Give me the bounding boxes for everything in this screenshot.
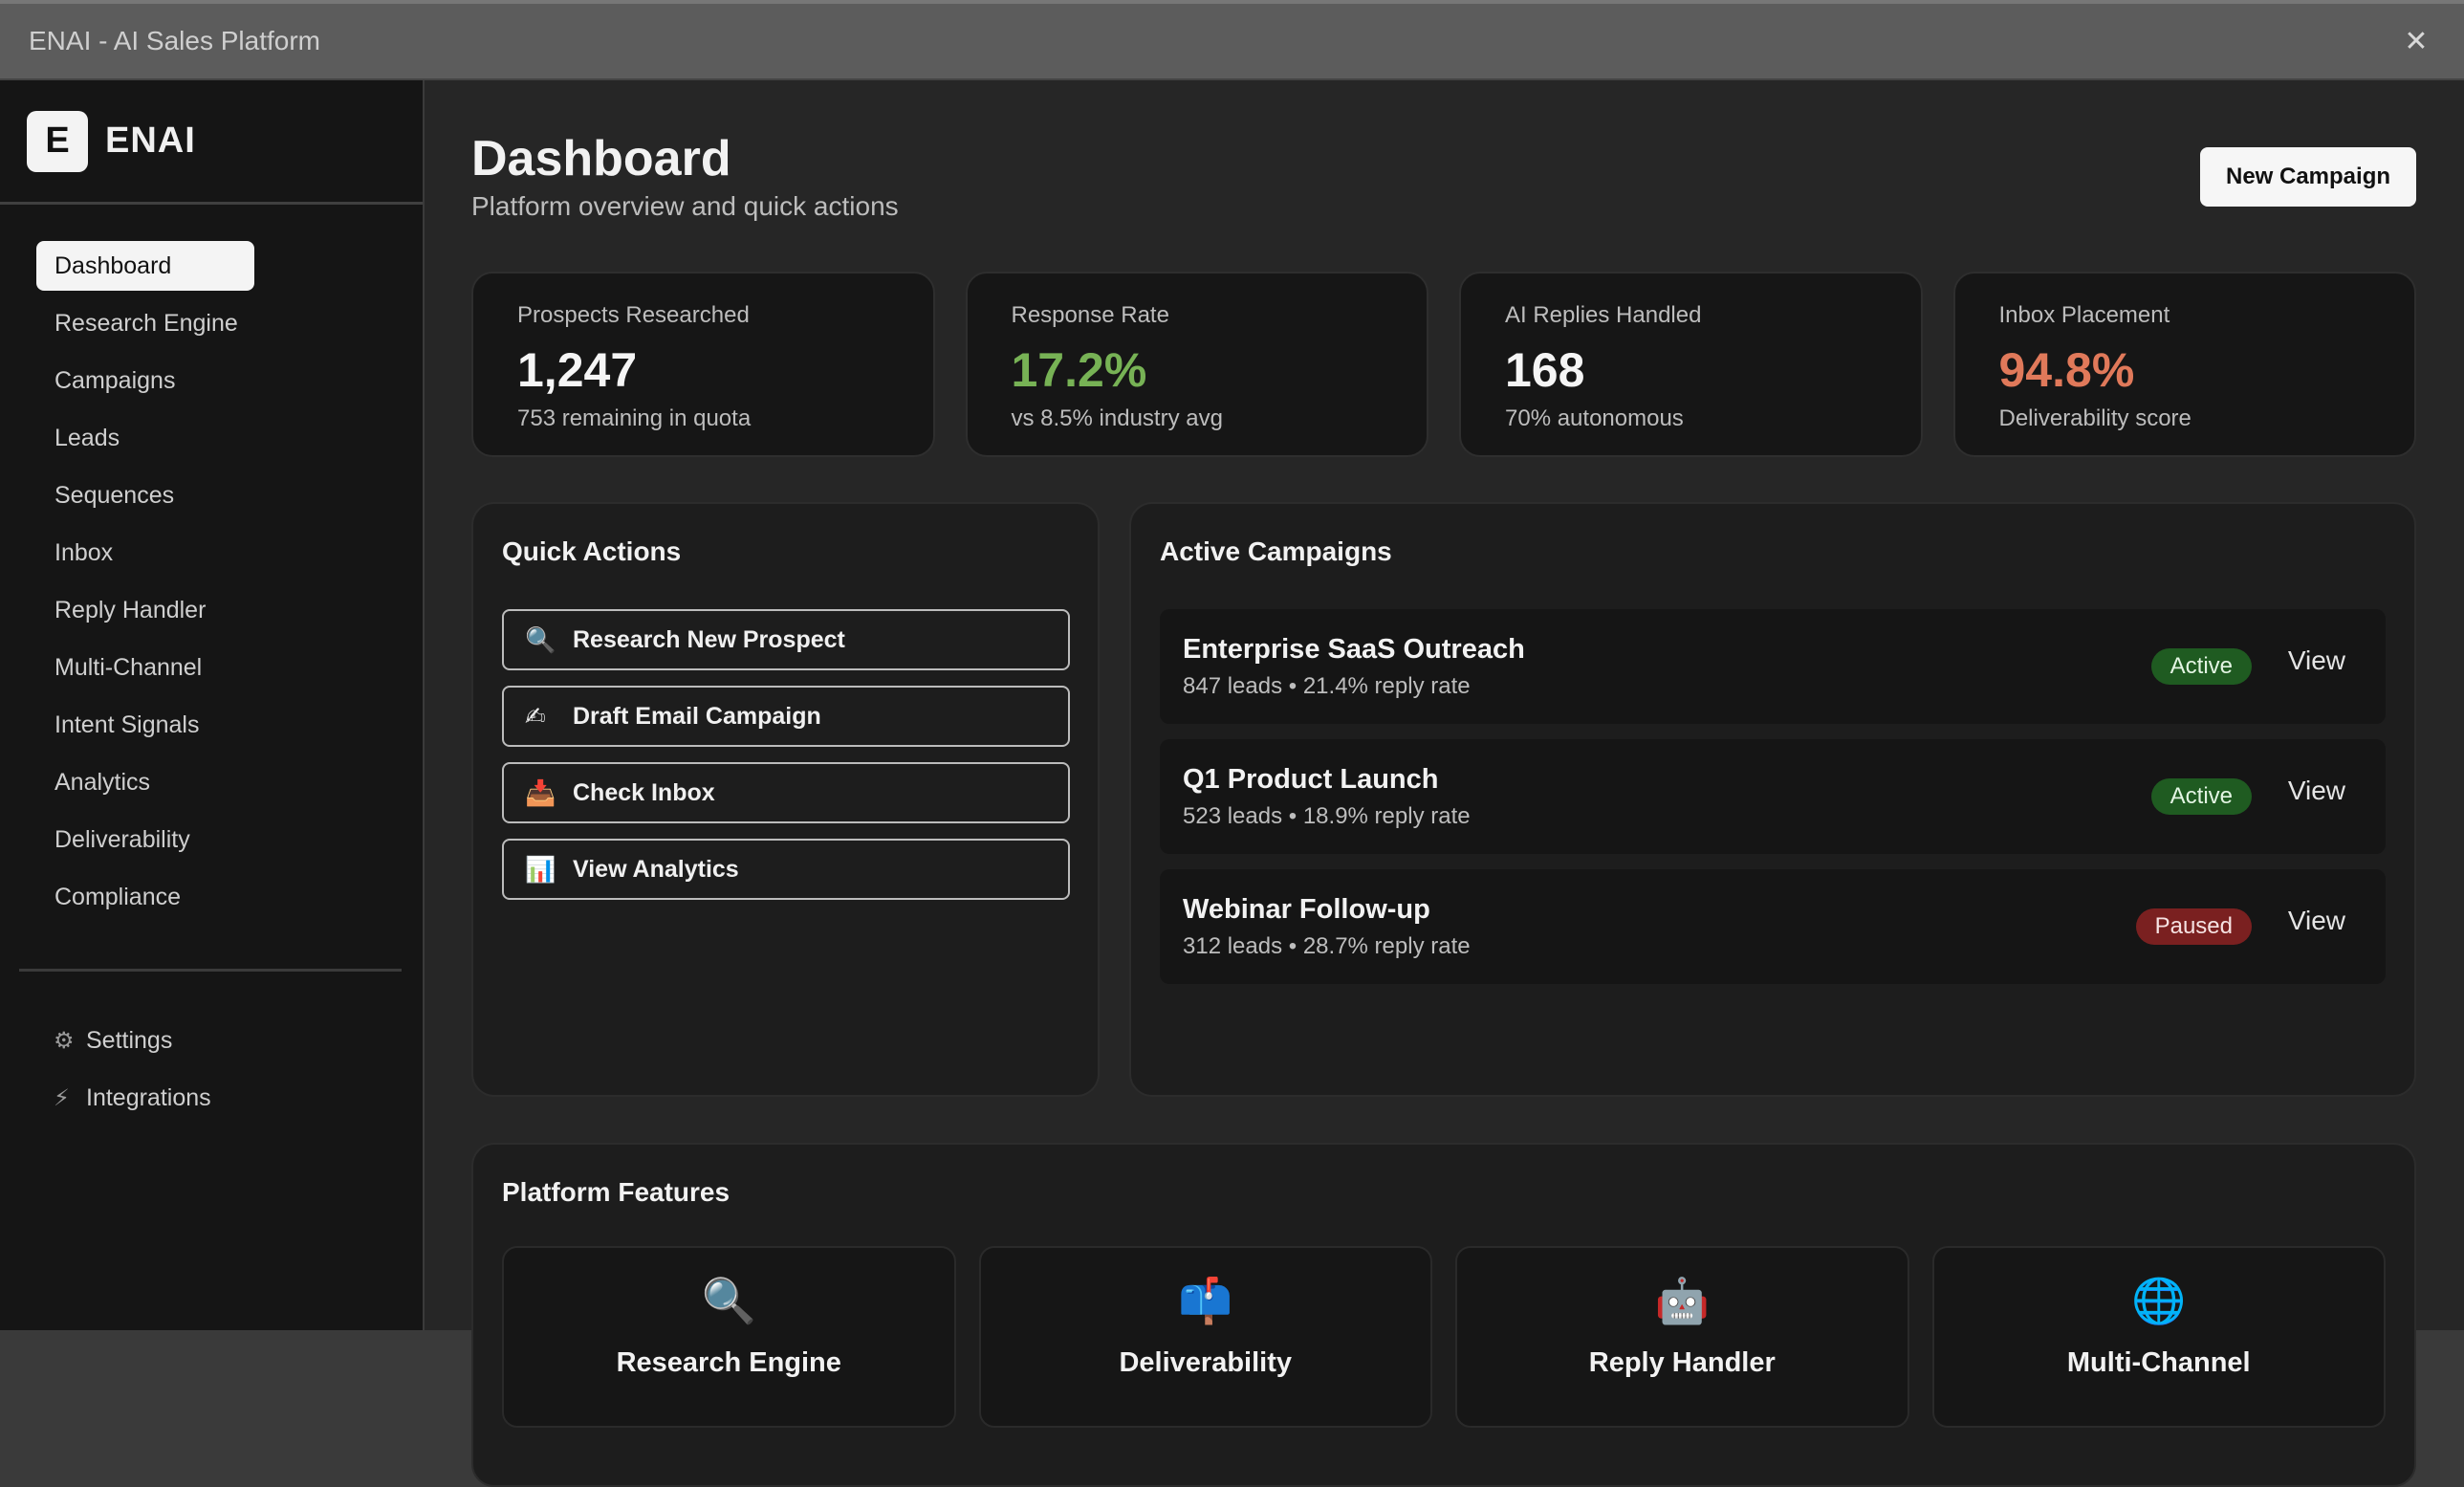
sidebar-item-reply-handler[interactable]: Reply Handler <box>36 585 254 635</box>
sidebar-item-leads[interactable]: Leads <box>36 413 254 463</box>
campaign-row: Webinar Follow-up 312 leads • 28.7% repl… <box>1160 869 2386 984</box>
check-inbox-button[interactable]: 📥 Check Inbox <box>502 762 1070 823</box>
brand-name: ENAI <box>105 120 196 161</box>
quick-actions-panel: Quick Actions 🔍 Research New Prospect ✍ … <box>471 502 1100 1097</box>
feature-card-multi-channel[interactable]: 🌐 Multi-Channel <box>1931 1246 2386 1428</box>
stat-value: 1,247 <box>517 343 638 397</box>
quick-action-label: Research New Prospect <box>573 625 845 653</box>
research-new-prospect-button[interactable]: 🔍 Research New Prospect <box>502 609 1070 670</box>
status-badge: Active <box>2150 648 2252 685</box>
view-analytics-button[interactable]: 📊 View Analytics <box>502 839 1070 900</box>
view-campaign-link[interactable]: View <box>2288 645 2345 676</box>
sidebar: E ENAI Dashboard Research Engine Campaig… <box>0 80 425 1330</box>
sidebar-item-compliance[interactable]: Compliance <box>36 872 254 922</box>
feature-name: Multi-Channel <box>2066 1347 2251 1378</box>
stat-note: Deliverability score <box>1998 405 2191 431</box>
sidebar-bottom-nav: ⚙ Settings ⚡ Integrations <box>0 1016 423 1130</box>
sidebar-item-analytics[interactable]: Analytics <box>36 757 254 807</box>
feature-name: Deliverability <box>1119 1347 1293 1378</box>
active-campaigns-panel: Active Campaigns Enterprise SaaS Outreac… <box>1129 502 2416 1097</box>
stat-card-response-rate: Response Rate 17.2% vs 8.5% industry avg <box>965 272 1428 457</box>
page-title: Dashboard <box>471 131 731 186</box>
feature-grid: 🔍 Research Engine 📫 Deliverability 🤖 Rep… <box>502 1246 2386 1428</box>
stats-row: Prospects Researched 1,247 753 remaining… <box>471 272 2416 457</box>
page-subtitle: Platform overview and quick actions <box>471 191 899 221</box>
sidebar-item-research-engine[interactable]: Research Engine <box>36 298 254 348</box>
mailbox-icon: 📫 <box>1178 1276 1233 1325</box>
view-campaign-link[interactable]: View <box>2288 776 2345 806</box>
sidebar-divider <box>19 969 402 972</box>
platform-features-panel: Platform Features 🔍 Research Engine 📫 De… <box>471 1143 2416 1487</box>
stat-label: AI Replies Handled <box>1505 302 1702 328</box>
sidebar-item-inbox[interactable]: Inbox <box>36 528 254 578</box>
sidebar-item-intent-signals[interactable]: Intent Signals <box>36 700 254 750</box>
close-icon[interactable]: ✕ <box>2397 25 2435 58</box>
feature-card-research-engine[interactable]: 🔍 Research Engine <box>502 1246 956 1428</box>
feature-name: Research Engine <box>616 1347 841 1378</box>
sidebar-item-settings[interactable]: ⚙ Settings <box>54 1016 423 1065</box>
feature-name: Reply Handler <box>1588 1347 1776 1378</box>
brand-logo: E <box>27 110 88 172</box>
stat-value: 94.8% <box>1998 343 2135 397</box>
bar-chart-icon: 📊 <box>525 854 556 884</box>
stat-note: 70% autonomous <box>1505 405 1684 431</box>
plug-icon: ⚡ <box>54 1084 70 1111</box>
stat-card-inbox-placement: Inbox Placement 94.8% Deliverability sco… <box>1952 272 2416 457</box>
campaign-row: Enterprise SaaS Outreach 847 leads • 21.… <box>1160 609 2386 724</box>
sidebar-item-label: Integrations <box>86 1083 211 1111</box>
stat-value: 17.2% <box>1011 343 1147 397</box>
sidebar-item-dashboard[interactable]: Dashboard <box>36 241 254 291</box>
globe-icon: 🌐 <box>2131 1276 2187 1325</box>
stat-card-ai-replies: AI Replies Handled 168 70% autonomous <box>1459 272 1923 457</box>
quick-action-label: Draft Email Campaign <box>573 702 821 730</box>
stat-value: 168 <box>1505 343 1585 397</box>
sidebar-item-deliverability[interactable]: Deliverability <box>36 815 254 864</box>
brand: E ENAI <box>0 80 423 205</box>
stat-label: Prospects Researched <box>517 302 750 328</box>
stat-note: 753 remaining in quota <box>517 405 752 431</box>
new-campaign-button[interactable]: New Campaign <box>2200 147 2416 207</box>
status-badge: Active <box>2150 778 2252 815</box>
window-titlebar: ENAI - AI Sales Platform ✕ <box>0 0 2464 80</box>
sidebar-item-integrations[interactable]: ⚡ Integrations <box>54 1073 423 1123</box>
campaign-row: Q1 Product Launch 523 leads • 18.9% repl… <box>1160 739 2386 854</box>
writing-hand-icon: ✍ <box>525 701 546 731</box>
status-badge: Paused <box>2135 908 2252 945</box>
draft-email-campaign-button[interactable]: ✍ Draft Email Campaign <box>502 686 1070 747</box>
stat-card-prospects: Prospects Researched 1,247 753 remaining… <box>471 272 935 457</box>
sidebar-item-label: Settings <box>86 1026 173 1054</box>
magnifier-icon: 🔍 <box>701 1276 756 1325</box>
sidebar-nav: Dashboard Research Engine Campaigns Lead… <box>0 205 423 922</box>
quick-action-label: View Analytics <box>573 855 739 883</box>
quick-action-label: Check Inbox <box>573 778 715 806</box>
sidebar-item-campaigns[interactable]: Campaigns <box>36 356 254 405</box>
sidebar-item-sequences[interactable]: Sequences <box>36 470 254 520</box>
platform-features-title: Platform Features <box>502 1177 730 1207</box>
robot-icon: 🤖 <box>1654 1276 1710 1325</box>
app-window: E ENAI Dashboard Research Engine Campaig… <box>0 80 2464 1487</box>
window-title: ENAI - AI Sales Platform <box>29 26 320 55</box>
stat-label: Inbox Placement <box>1998 302 2170 328</box>
feature-card-deliverability[interactable]: 📫 Deliverability <box>978 1246 1432 1428</box>
magnifier-icon: 🔍 <box>525 624 556 654</box>
inbox-tray-icon: 📥 <box>525 777 556 807</box>
quick-actions-list: 🔍 Research New Prospect ✍ Draft Email Ca… <box>502 609 1070 900</box>
stat-label: Response Rate <box>1011 302 1169 328</box>
active-campaigns-title: Active Campaigns <box>1160 536 1392 566</box>
quick-actions-title: Quick Actions <box>502 536 682 566</box>
sidebar-item-multi-channel[interactable]: Multi-Channel <box>36 643 254 692</box>
feature-card-reply-handler[interactable]: 🤖 Reply Handler <box>1455 1246 1909 1428</box>
stat-note: vs 8.5% industry avg <box>1011 405 1223 431</box>
campaign-list: Enterprise SaaS Outreach 847 leads • 21.… <box>1160 609 2386 984</box>
page-header: Dashboard Platform overview and quick ac… <box>471 80 2416 272</box>
gear-icon: ⚙ <box>54 1027 75 1054</box>
view-campaign-link[interactable]: View <box>2288 906 2345 936</box>
